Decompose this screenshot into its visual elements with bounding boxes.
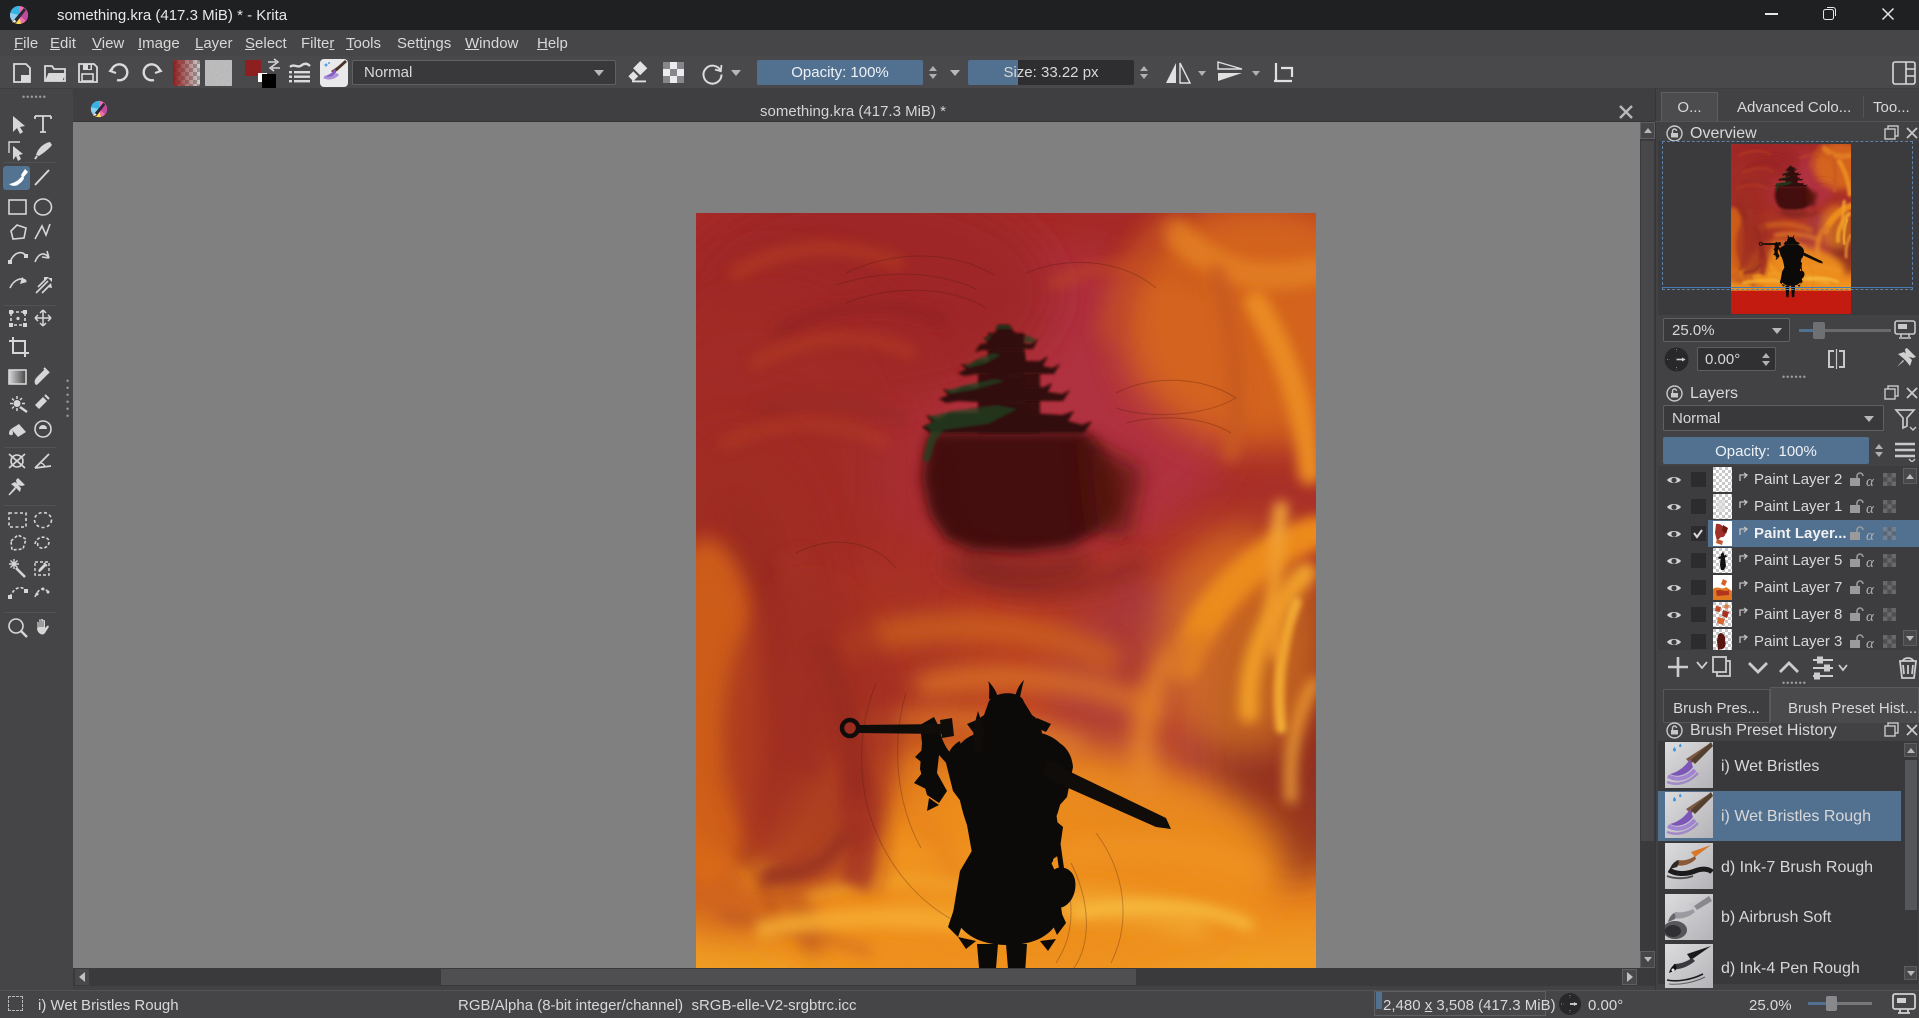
svg-text:α: α (1866, 474, 1875, 490)
